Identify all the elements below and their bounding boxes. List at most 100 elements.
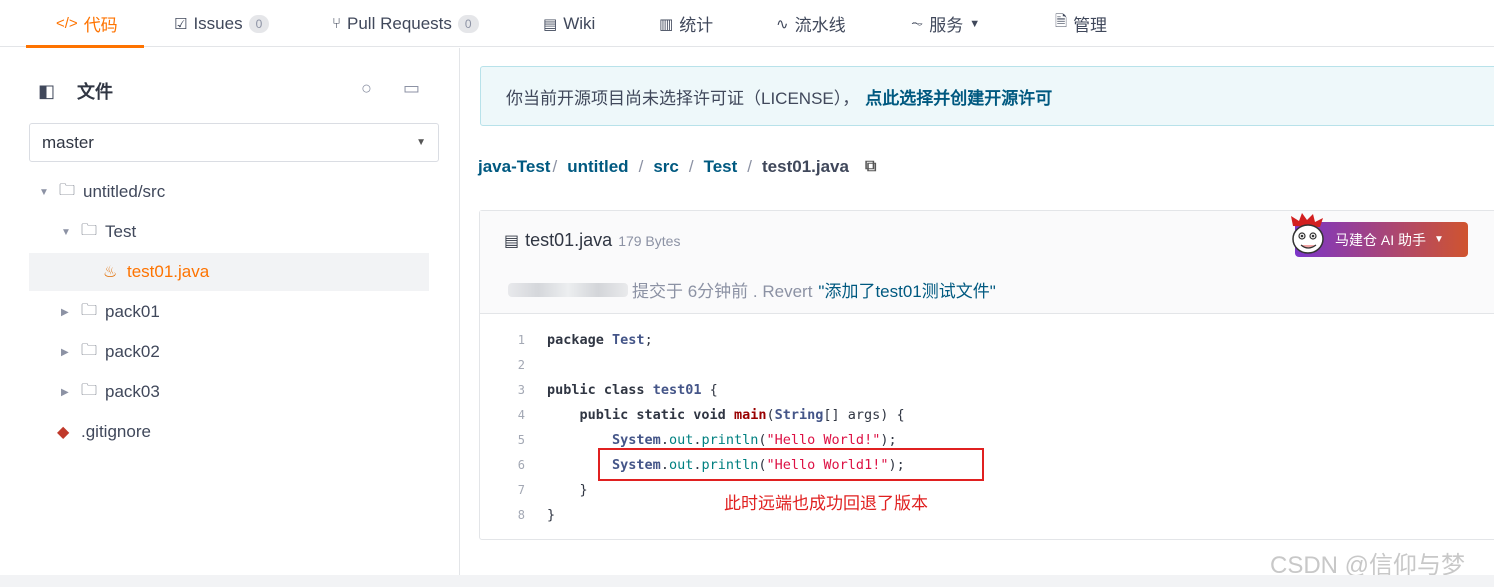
breadcrumb-separator: / [552,157,558,176]
code-text: package Test; [547,331,653,348]
code-text: System.out.println("Hello World!"); [612,431,897,448]
tree-item-label: pack03 [105,382,160,401]
tree-item-label: pack01 [105,302,160,321]
tree-item-test01-java[interactable]: ♨ test01.java [29,253,429,291]
code-line: 8 } [480,502,555,527]
expanded-arrow-icon: ▼ [61,226,71,238]
tree-item-test[interactable]: ▼ 🗀 Test [29,213,429,251]
code-line: 2 [480,352,547,377]
ai-button-label: 马建仓 AI 助手 [1335,231,1427,248]
sidebar-title: 文件 [77,82,114,102]
collapse-sidebar-icon[interactable]: ◧ [38,81,55,102]
tab-label: 流水线 [794,16,846,35]
tab-label: 服务 [929,16,964,35]
file-name: test01.java [525,230,613,250]
folder-icon: 🗀 [81,301,98,319]
last-commit-info: 提交于 6分钟前 . Revert "添加了test01测试文件" [508,277,996,302]
line-number: 2 [517,357,525,372]
tab-code[interactable]: </> 代码 [26,0,144,48]
line-number: 5 [517,432,525,447]
code-line: 7 } [480,477,588,502]
pipeline-icon: ∿ [776,15,789,33]
breadcrumb-test[interactable]: Test [704,157,738,177]
issues-count-badge: 0 [248,14,270,33]
search-icon[interactable]: ○ [361,78,372,99]
commit-text: 提交于 6分钟前 . Revert [632,282,813,301]
stats-icon: ▥ [659,15,674,33]
breadcrumb: java-Test / untitled / src / Test / test… [478,157,876,177]
tree-item-pack02[interactable]: ▶ 🗀 pack02 [29,333,429,371]
breadcrumb-repo[interactable]: java-Test [478,157,550,177]
tree-item-label: .gitignore [81,422,151,441]
author-avatar-blurred [508,282,628,297]
chevron-down-icon: ▼ [416,137,426,148]
tree-item-gitignore[interactable]: ◆ .gitignore [29,413,429,451]
code-text: } [547,506,556,523]
tree-item-label: untitled/src [83,182,166,201]
tab-label: Pull Requests [347,13,452,33]
branch-select[interactable]: master ▼ [29,123,439,162]
manage-icon: 🗎 [1055,13,1068,30]
tab-manage[interactable]: 🗎 管理 [1055,0,1107,47]
file-header: ▤ test01.java 179 Bytes 马建仓 AI 助手 ▼ 提交于 … [480,211,1494,314]
breadcrumb-untitled[interactable]: untitled [567,157,628,177]
collapsed-arrow-icon: ▶ [61,306,69,318]
expanded-arrow-icon: ▼ [39,186,49,198]
code-text: public class test01 { [547,381,718,398]
file-title: ▤ test01.java 179 Bytes [504,230,680,251]
folder-icon: 🗀 [59,181,76,199]
sidebar-header: ◧ 文件 [38,78,113,104]
collapsed-arrow-icon: ▶ [61,386,69,398]
tree-item-label: pack02 [105,342,160,361]
tree-item-untitled-src[interactable]: ▼ 🗀 untitled/src [29,173,429,211]
line-number: 7 [517,482,525,497]
tab-stats[interactable]: ▥ 统计 [659,0,713,47]
copy-icon[interactable]: ⧉ [865,158,876,176]
breadcrumb-separator: / [638,157,644,176]
pull-request-icon: ⑂ [332,15,342,32]
tab-label: 管理 [1073,16,1108,35]
tree-item-pack03[interactable]: ▶ 🗀 pack03 [29,373,429,411]
tree-item-label: Test [105,222,137,241]
folder-icon: 🗀 [81,341,98,359]
git-icon: ◆ [57,424,70,441]
code-text: public static void main(String[] args) { [579,406,905,423]
tree-item-label: test01.java [127,262,210,281]
service-icon: ⏦ [911,15,924,32]
license-banner: 你当前开源项目尚未选择许可证（LICENSE）， 点此选择并创建开源许可 [480,66,1494,126]
collapsed-arrow-icon: ▶ [61,346,69,358]
folder-icon: 🗀 [81,381,98,399]
tab-label: Issues [193,13,243,33]
breadcrumb-src[interactable]: src [653,157,679,177]
pr-count-badge: 0 [457,14,479,33]
tab-label: 统计 [679,16,714,35]
highlight-box [598,448,984,481]
file-sidebar: ◧ 文件 ○ ▭ master ▼ ▼ 🗀 untitled/src ▼ 🗀 T… [0,48,460,587]
issues-icon: ☑ [174,15,188,33]
monitor-icon[interactable]: ▭ [403,78,420,99]
branch-value: master [42,132,94,152]
tree-item-pack01[interactable]: ▶ 🗀 pack01 [29,293,429,331]
ai-mascot-icon [1291,213,1324,254]
folder-icon: 🗀 [81,221,98,239]
chevron-down-icon: ▼ [969,17,981,30]
file-icon: ▤ [504,233,520,250]
file-viewer: ▤ test01.java 179 Bytes 马建仓 AI 助手 ▼ 提交于 … [479,210,1494,540]
tab-label: 代码 [83,16,118,35]
license-text: 你当前开源项目尚未选择许可证（LICENSE）， [506,88,860,108]
breadcrumb-separator: / [688,157,694,176]
tab-label: Wiki [563,13,596,33]
annotation-note: 此时远端也成功回退了版本 [724,494,928,513]
create-license-link[interactable]: 点此选择并创建开源许可 [865,84,1052,109]
code-line: 1 package Test; [480,327,653,352]
commit-message-link[interactable]: "添加了test01测试文件" [818,277,995,302]
tab-pipeline[interactable]: ∿ 流水线 [776,0,846,47]
tab-service[interactable]: ⏦ 服务 ▼ [911,0,980,47]
tab-issues[interactable]: ☑ Issues 0 [174,0,270,47]
ai-assistant-button[interactable]: 马建仓 AI 助手 ▼ [1291,213,1468,257]
line-number: 8 [517,507,525,522]
tab-pull-requests[interactable]: ⑂ Pull Requests 0 [332,0,479,47]
top-nav: </> 代码 ☑ Issues 0 ⑂ Pull Requests 0 ▤ Wi… [0,0,1494,48]
tab-wiki[interactable]: ▤ Wiki [543,0,595,47]
wiki-icon: ▤ [543,15,558,33]
